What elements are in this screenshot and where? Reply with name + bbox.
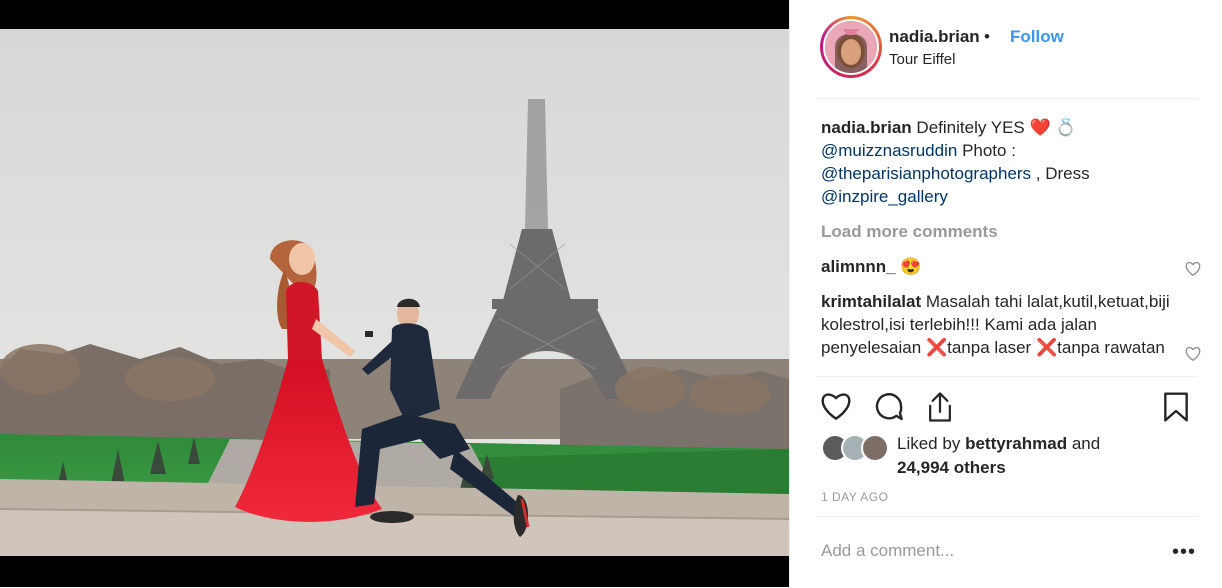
header-separator: • xyxy=(984,27,990,46)
comment-like-heart-icon[interactable] xyxy=(1185,259,1201,282)
post-header: nadia.brian • Follow Tour Eiffel xyxy=(816,0,1198,99)
likes-summary: Liked by bettyrahmad and 24,994 others xyxy=(821,432,1201,482)
comment-username[interactable]: krimtahilalat xyxy=(821,292,921,311)
share-icon[interactable] xyxy=(925,391,955,428)
proposal-photo-illustration xyxy=(0,29,789,556)
load-more-comments-button[interactable]: Load more comments xyxy=(821,220,1201,243)
comment-icon[interactable] xyxy=(873,391,905,428)
comment-item: alimnnn_ 😍 xyxy=(821,255,1201,278)
liked-by-text: Liked by bettyrahmad and 24,994 others xyxy=(897,432,1100,480)
add-comment-input[interactable]: Add a comment... xyxy=(821,541,954,561)
avatar[interactable] xyxy=(820,16,882,78)
heart-icon[interactable] xyxy=(820,391,852,426)
bookmark-icon[interactable] xyxy=(1162,391,1190,428)
cross-mark-icon: ❌ xyxy=(1035,338,1058,357)
avatar xyxy=(861,434,889,462)
caption-mention-1[interactable]: @muizznasruddin xyxy=(821,141,957,160)
caption-mention-3[interactable]: @inzpire_gallery xyxy=(821,187,948,206)
avatar-image xyxy=(823,19,879,75)
caption-dress-label: , Dress xyxy=(1035,164,1090,183)
caption-mention-2[interactable]: @theparisianphotographers xyxy=(821,164,1031,183)
post-side-panel: nadia.brian • Follow Tour Eiffel nadia.b… xyxy=(789,0,1222,587)
liked-by-user-link[interactable]: bettyrahmad xyxy=(965,434,1067,453)
comments-list[interactable]: nadia.brian Definitely YES ❤️ 💍 @muizzna… xyxy=(821,116,1201,376)
comment-text: 😍 xyxy=(900,257,922,276)
location-link[interactable]: Tour Eiffel xyxy=(889,51,955,68)
post-photo[interactable] xyxy=(0,0,789,587)
follow-button[interactable]: Follow xyxy=(1010,27,1064,47)
caption: nadia.brian Definitely YES ❤️ 💍 @muizzna… xyxy=(821,116,1201,208)
add-comment-bar: Add a comment... ••• xyxy=(816,516,1198,588)
post-timestamp[interactable]: 1 DAY AGO xyxy=(821,490,888,504)
liked-by-prefix: Liked by xyxy=(897,434,961,453)
caption-username[interactable]: nadia.brian xyxy=(821,118,912,137)
header-username[interactable]: nadia.brian xyxy=(889,27,980,47)
comment-like-heart-icon[interactable] xyxy=(1185,344,1201,367)
liked-by-and: and xyxy=(1071,434,1101,453)
photo-scene xyxy=(0,29,789,556)
cross-mark-icon: ❌ xyxy=(925,338,948,357)
more-icon[interactable]: ••• xyxy=(1172,541,1196,564)
comment-text-part: tanpa laser xyxy=(947,338,1032,357)
comment-username[interactable]: alimnnn_ xyxy=(821,257,896,276)
action-bar xyxy=(816,376,1198,437)
comment-text-part: tanpa rawatan xyxy=(1057,338,1165,357)
comment-item: krimtahilalat Masalah tahi lalat,kutil,k… xyxy=(821,290,1201,361)
liked-by-others-link[interactable]: 24,994 others xyxy=(897,458,1006,477)
caption-text: Definitely YES xyxy=(916,118,1025,137)
caption-photo-label: Photo : xyxy=(962,141,1016,160)
caption-emoji: ❤️ 💍 xyxy=(1029,118,1077,137)
liked-by-avatars[interactable] xyxy=(821,434,893,464)
